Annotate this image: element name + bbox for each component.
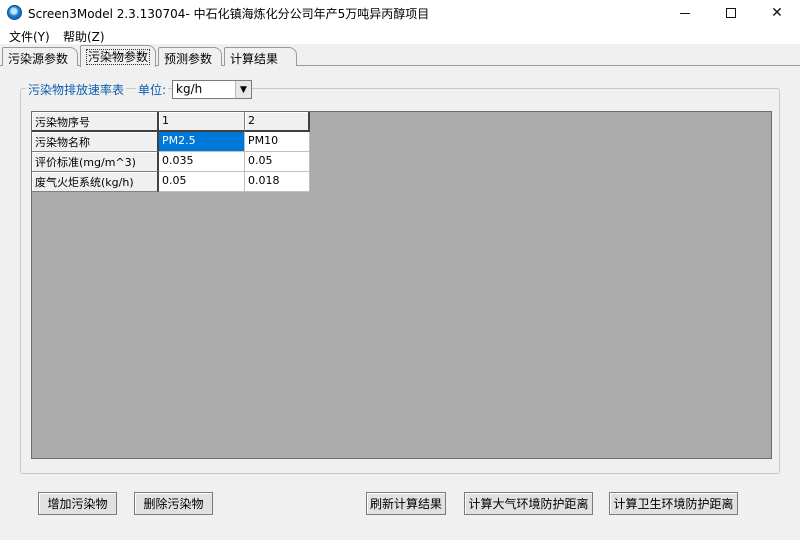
menu-help[interactable]: 帮助(Z) <box>63 28 105 45</box>
cell-name-1[interactable]: PM2.5 <box>159 132 245 152</box>
window-title: Screen3Model 2.3.130704- 中石化镇海炼化分公司年产5万吨… <box>28 7 430 21</box>
minimize-icon <box>680 12 690 14</box>
unit-select[interactable]: kg/h ▼ <box>172 80 252 99</box>
tab-source-params[interactable]: 污染源参数 <box>2 47 78 66</box>
tab-results[interactable]: 计算结果 <box>224 47 297 66</box>
close-icon: ✕ <box>771 5 783 21</box>
cell-flare-1[interactable]: 0.05 <box>159 172 245 192</box>
unit-label: 单位: <box>136 81 169 98</box>
health-distance-button[interactable]: 计算卫生环境防护距离 <box>609 492 738 515</box>
col-header-1: 1 <box>159 112 245 132</box>
atmospheric-distance-button[interactable]: 计算大气环境防护距离 <box>464 492 593 515</box>
col-header-2: 2 <box>245 112 310 132</box>
chevron-down-icon[interactable]: ▼ <box>235 81 251 98</box>
cell-standard-2[interactable]: 0.05 <box>245 152 310 172</box>
tab-pollutant-params-label: 污染物参数 <box>86 49 151 65</box>
row-header-standard: 评价标准(mg/m^3) <box>32 152 159 172</box>
cell-flare-2[interactable]: 0.018 <box>245 172 310 192</box>
pollutant-grid[interactable]: 污染物序号 污染物名称 评价标准(mg/m^3) 废气火炬系统(kg/h) 1 … <box>31 111 772 459</box>
add-pollutant-button[interactable]: 增加污染物 <box>38 492 117 515</box>
title-bar: Screen3Model 2.3.130704- 中石化镇海炼化分公司年产5万吨… <box>0 0 800 26</box>
app-icon <box>7 5 22 20</box>
group-title: 污染物排放速率表 <box>26 81 127 98</box>
close-button[interactable]: ✕ <box>754 0 800 26</box>
tab-prediction-params[interactable]: 预测参数 <box>158 47 222 66</box>
maximize-button[interactable] <box>708 0 754 26</box>
delete-pollutant-button[interactable]: 删除污染物 <box>134 492 213 515</box>
menu-file[interactable]: 文件(Y) <box>9 28 50 45</box>
row-header-index: 污染物序号 <box>32 112 159 132</box>
maximize-icon <box>726 8 736 18</box>
tab-strip: 污染源参数 污染物参数 预测参数 计算结果 <box>0 44 800 67</box>
tab-pollutant-params[interactable]: 污染物参数 <box>80 45 156 67</box>
cell-standard-1[interactable]: 0.035 <box>159 152 245 172</box>
row-header-flare: 废气火炬系统(kg/h) <box>32 172 159 192</box>
refresh-results-button[interactable]: 刷新计算结果 <box>366 492 446 515</box>
minimize-button[interactable] <box>662 0 708 26</box>
menu-bar: 文件(Y) 帮助(Z) <box>0 26 800 44</box>
cell-name-2[interactable]: PM10 <box>245 132 310 152</box>
row-header-name: 污染物名称 <box>32 132 159 152</box>
unit-select-value: kg/h <box>176 82 203 96</box>
